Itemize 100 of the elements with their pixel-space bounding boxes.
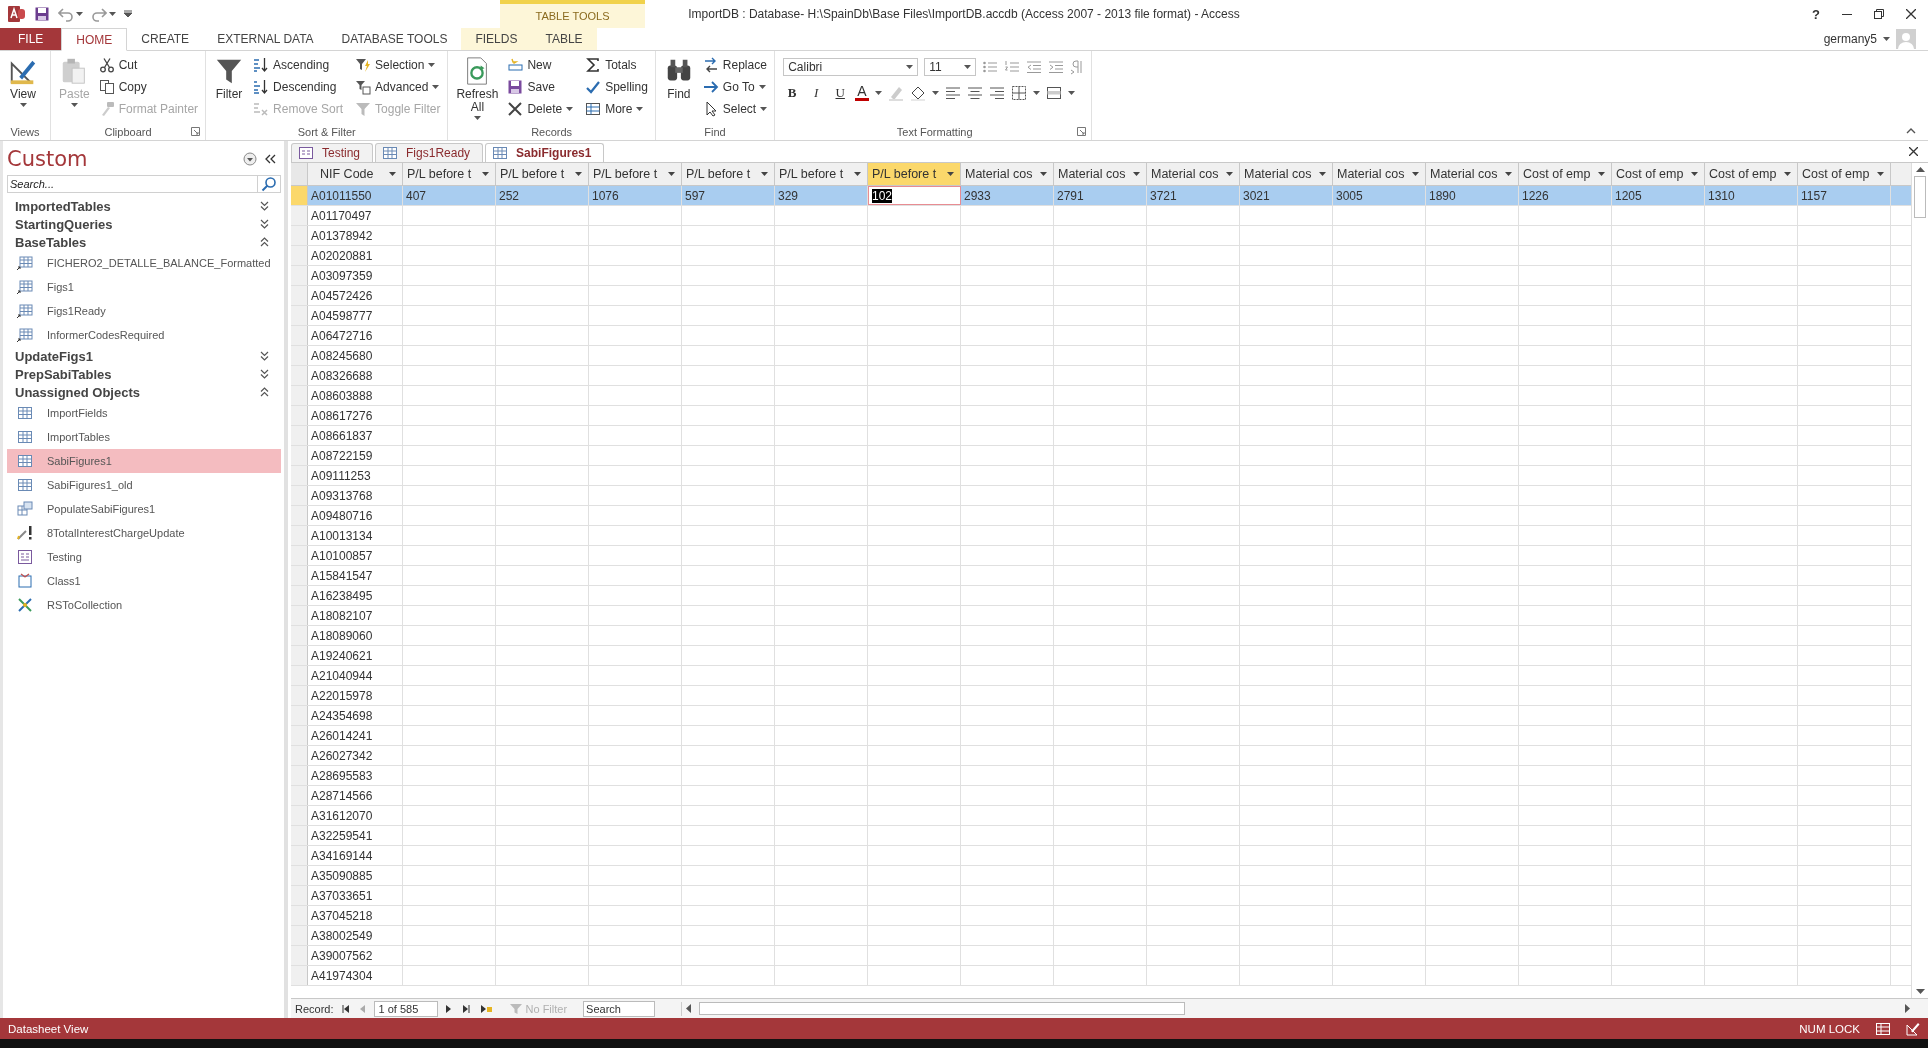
row-selector[interactable] (291, 486, 308, 505)
column-header[interactable]: Cost of emp (1798, 163, 1891, 185)
row-selector[interactable] (291, 466, 308, 485)
row-selector[interactable] (291, 786, 308, 805)
go-to-button[interactable]: Go To (700, 76, 770, 98)
row-selector[interactable] (291, 406, 308, 425)
select-all-corner[interactable] (291, 163, 308, 185)
font-name-dropdown[interactable]: Calibri (783, 58, 919, 76)
font-color-button[interactable]: A (855, 84, 869, 101)
row-selector[interactable] (291, 386, 308, 405)
dialog-launcher-button[interactable] (191, 127, 201, 136)
ribbon-tab[interactable]: CREATE (127, 28, 204, 50)
row-selector[interactable] (291, 226, 308, 245)
ribbon-tab[interactable]: FILE (0, 28, 62, 50)
ribbon-tab[interactable]: HOME (61, 28, 128, 51)
row-selector[interactable] (291, 806, 308, 825)
cut-button[interactable]: Cut (96, 54, 201, 76)
new-record-button[interactable]: New (505, 54, 576, 76)
ribbon-tab[interactable]: DATABASE TOOLS (327, 28, 462, 50)
close-button[interactable] (1906, 9, 1916, 19)
row-selector[interactable] (291, 966, 308, 985)
redo-button[interactable] (91, 6, 116, 22)
column-header[interactable]: Cost of emp (1519, 163, 1612, 185)
column-header[interactable]: P/L before t (403, 163, 496, 185)
current-record-field[interactable]: 1 of 585 (373, 1000, 438, 1017)
save-icon-button[interactable] (34, 6, 50, 22)
column-header[interactable]: P/L before t (682, 163, 775, 185)
row-selector[interactable] (291, 426, 308, 445)
delete-button[interactable]: Delete (505, 98, 576, 120)
row-selector[interactable] (291, 606, 308, 625)
spelling-button[interactable]: Spelling (583, 76, 650, 98)
row-selector[interactable] (291, 646, 308, 665)
row-selector[interactable] (291, 706, 308, 725)
datasheet-view-button[interactable] (1876, 1022, 1890, 1035)
row-selector[interactable] (291, 926, 308, 945)
navigation-group-header[interactable]: Unassigned Objects (7, 383, 281, 401)
column-header[interactable]: Material cos (961, 163, 1054, 185)
navigation-item[interactable]: SabiFigures1 (7, 449, 281, 473)
copy-button[interactable]: Copy (96, 76, 201, 98)
row-selector[interactable] (291, 686, 308, 705)
navigation-group-header[interactable]: ImportedTables (7, 197, 281, 215)
row-selector[interactable] (291, 546, 308, 565)
advanced-button[interactable]: Advanced (353, 76, 443, 98)
column-header[interactable]: Cost of emp (1612, 163, 1705, 185)
row-selector[interactable] (291, 286, 308, 305)
column-header[interactable]: Cost of emp (1705, 163, 1798, 185)
row-selector[interactable] (291, 766, 308, 785)
navigation-item[interactable]: ImportFields (7, 401, 281, 425)
document-tab[interactable]: Figs1Ready (375, 143, 484, 162)
row-selector[interactable] (291, 266, 308, 285)
row-selector[interactable] (291, 866, 308, 885)
save-button[interactable]: Save (505, 76, 576, 98)
document-tab[interactable]: Testing (291, 143, 374, 162)
select-button[interactable]: Select (700, 98, 770, 120)
row-selector[interactable] (291, 346, 308, 365)
more-button[interactable]: More (583, 98, 650, 120)
navigation-group-header[interactable]: UpdateFigs1 (7, 347, 281, 365)
help-button[interactable]: ? (1812, 6, 1820, 22)
customize-toolbar-button[interactable] (124, 10, 132, 18)
row-selector[interactable] (291, 666, 308, 685)
row-selector[interactable] (291, 586, 308, 605)
navigation-item[interactable]: Class1 (7, 569, 281, 593)
dialog-launcher-button[interactable] (1077, 127, 1087, 136)
scroll-thumb[interactable] (1914, 176, 1926, 218)
text-style-button[interactable]: U (831, 84, 850, 101)
row-selector[interactable] (291, 726, 308, 745)
scroll-thumb[interactable] (699, 1002, 1186, 1015)
navigation-item[interactable]: SabiFigures1_old (7, 473, 281, 497)
column-header[interactable]: Material cos (1333, 163, 1426, 185)
row-selector[interactable] (291, 446, 308, 465)
refresh-button[interactable]: Refresh All (453, 54, 502, 124)
column-header[interactable]: Material cos (1240, 163, 1333, 185)
navigation-item[interactable]: RSToCollection (7, 593, 281, 617)
navigation-group-header[interactable]: StartingQueries (7, 215, 281, 233)
row-selector[interactable] (291, 206, 308, 225)
document-tab[interactable]: SabiFigures1 (485, 143, 605, 162)
navigation-item[interactable]: Figs1Ready (7, 299, 281, 323)
navigation-group-header[interactable]: PrepSabiTables (7, 365, 281, 383)
replace-button[interactable]: Replace (700, 54, 770, 76)
ribbon-tab[interactable]: EXTERNAL DATA (203, 28, 328, 50)
row-selector[interactable] (291, 526, 308, 545)
column-header[interactable]: Material cos (1426, 163, 1519, 185)
shutter-bar-button[interactable] (265, 154, 277, 164)
column-header[interactable]: Material cos (1054, 163, 1147, 185)
row-selector[interactable] (291, 186, 308, 205)
row-selector[interactable] (291, 246, 308, 265)
row-selector[interactable] (291, 306, 308, 325)
first-record-button[interactable] (339, 1004, 352, 1013)
row-selector[interactable] (291, 886, 308, 905)
navigation-item[interactable]: 8TotalInterestChargeUpdate (7, 521, 281, 545)
vertical-scrollbar[interactable] (1911, 163, 1928, 998)
search-field[interactable]: Search... (7, 175, 257, 193)
view-button[interactable]: View (5, 54, 41, 124)
column-header[interactable]: Material cos (1147, 163, 1240, 185)
navigation-item[interactable]: InformerCodesRequired (7, 323, 281, 347)
navigation-item[interactable]: ImportTables (7, 425, 281, 449)
search-field[interactable]: Search (583, 1000, 656, 1017)
account-button[interactable]: germany5 (1823, 28, 1928, 50)
text-style-button[interactable]: B (783, 84, 802, 101)
design-view-button[interactable] (1906, 1021, 1920, 1036)
